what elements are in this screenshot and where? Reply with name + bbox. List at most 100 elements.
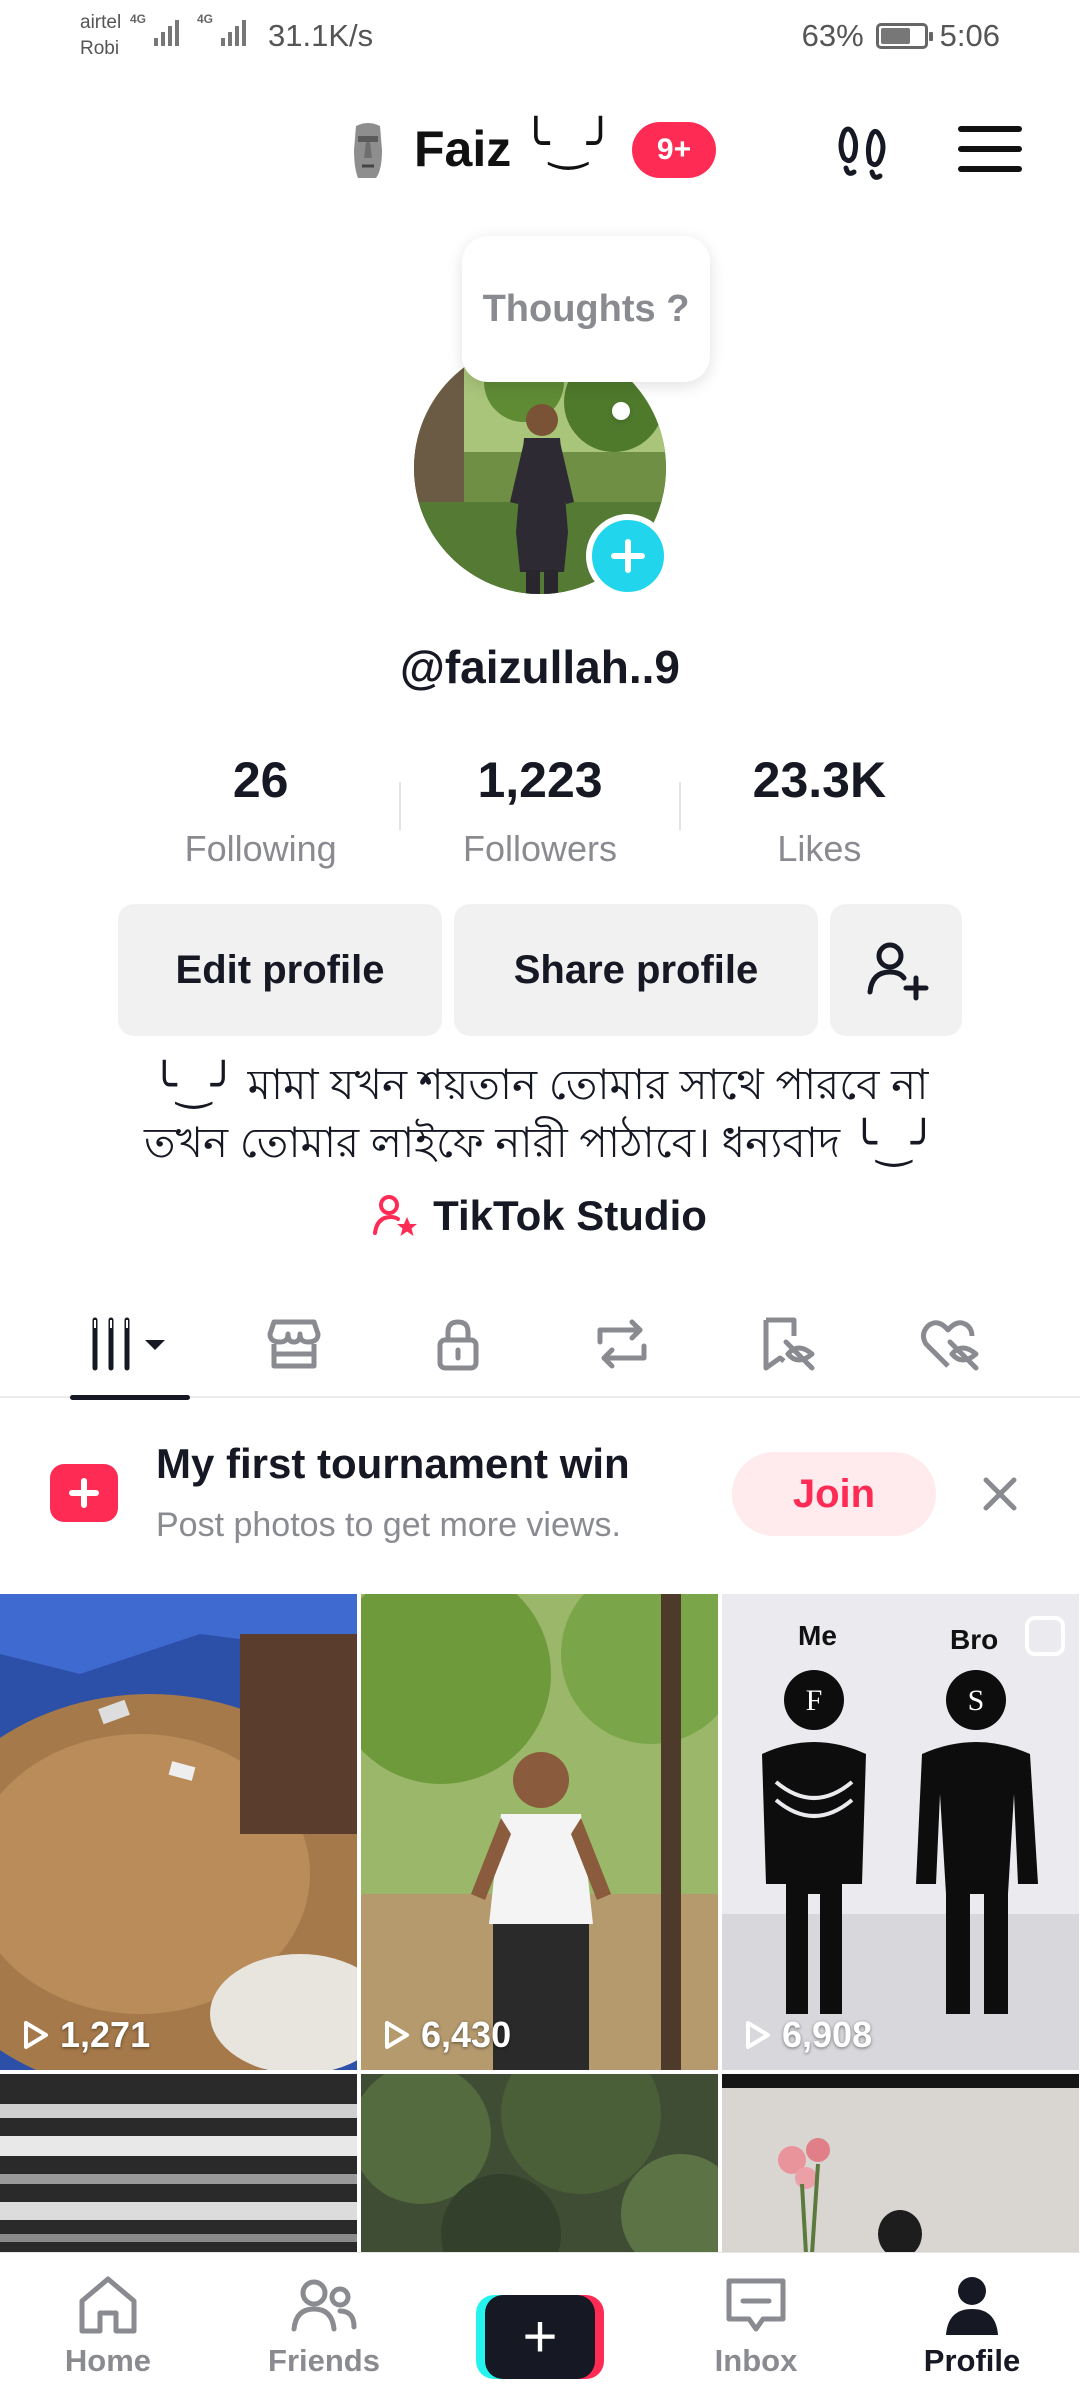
add-story-button[interactable] (586, 514, 670, 598)
nav-friends-label: Friends (268, 2343, 380, 2378)
video-tile[interactable] (0, 2074, 357, 2254)
battery-percent: 63% (801, 18, 864, 53)
followers-count: 1,223 (477, 752, 603, 808)
carrier-names: airtel Robi (80, 10, 121, 62)
video-thumbnail (361, 1594, 718, 2070)
net-type-2: 4G (197, 12, 214, 26)
video-thumbnail (0, 2074, 357, 2254)
profile-tabs (0, 1290, 1080, 1400)
menu-icon[interactable] (958, 126, 1022, 176)
tiktok-studio-link[interactable]: TikTok Studio (0, 1192, 1080, 1240)
nav-home[interactable]: Home (0, 2253, 216, 2400)
profile-header: Faiz ╰‿╯ 9+ (0, 100, 1080, 200)
friends-icon (291, 2279, 357, 2332)
profile-icon (946, 2277, 998, 2335)
video-tile[interactable] (361, 2074, 718, 2254)
store-icon (267, 1319, 321, 1369)
profile-stats: 26 Following 1,223 Followers 23.3K Likes (122, 748, 958, 870)
net-speed: 31.1K/s (268, 18, 374, 53)
studio-person-star-icon (373, 1195, 418, 1236)
video-tile[interactable]: 6,430 (361, 1594, 718, 2070)
nav-home-label: Home (64, 2343, 152, 2378)
view-count: 6,430 (379, 2014, 511, 2056)
nav-inbox-label: Inbox (714, 2343, 798, 2378)
carrier-2: Robi (80, 38, 120, 59)
thought-bubble-tail (612, 402, 630, 420)
camera-plus-icon (50, 1464, 118, 1522)
promo-banner[interactable]: My first tournament win Post photos to g… (0, 1400, 1080, 1592)
tab-store[interactable] (212, 1290, 376, 1398)
status-right: 63% 5:06 (802, 18, 1000, 54)
liked-hidden-icon (920, 1320, 979, 1371)
signal-icon: 4G (197, 12, 246, 46)
play-icon (746, 2021, 770, 2049)
following-count: 26 (232, 752, 289, 808)
video-tile[interactable] (722, 2074, 1079, 2254)
battery-icon (875, 23, 933, 49)
tab-liked[interactable] (868, 1290, 1032, 1398)
inbox-icon (726, 2278, 786, 2332)
promo-title: My first tournament win (156, 1440, 630, 1487)
meme-letter-right: S (968, 1684, 985, 1717)
meme-letter-left: F (806, 1684, 823, 1717)
bio-line: ╰‿╯ মামা যখন শয়তান তোমার সাথে পারবে না (151, 1061, 929, 1108)
stat-following[interactable]: 26 Following (122, 748, 399, 870)
edit-profile-button[interactable]: Edit profile (118, 904, 442, 1036)
tab-videos[interactable] (48, 1290, 212, 1400)
add-person-icon (867, 942, 929, 1001)
clock: 5:06 (939, 18, 1000, 53)
likes-label: Likes (777, 828, 862, 869)
videos-grid-icon (92, 1317, 165, 1371)
thought-bubble-text: Thoughts ? (482, 288, 690, 330)
profile-views-footprint-icon[interactable] (832, 120, 896, 184)
tab-private[interactable] (376, 1290, 540, 1398)
create-button[interactable]: + (476, 2295, 604, 2379)
view-count-value: 6,908 (782, 2014, 873, 2055)
play-icon (385, 2021, 409, 2049)
profile-display-name[interactable]: Faiz (414, 120, 511, 178)
profile-handle: @faizullah..9 (399, 641, 681, 693)
select-checkbox[interactable] (1025, 1616, 1065, 1656)
tab-favorites[interactable] (704, 1290, 868, 1398)
thought-bubble[interactable]: Thoughts ? (462, 236, 710, 382)
video-thumbnail (0, 1594, 357, 2070)
video-tile[interactable]: 1,271 (0, 1594, 357, 2070)
tab-reposts[interactable] (540, 1290, 704, 1398)
view-count: 1,271 (18, 2014, 150, 2056)
stat-likes[interactable]: 23.3K Likes (681, 748, 958, 870)
plus-icon (611, 539, 645, 573)
followers-label: Followers (462, 828, 618, 869)
video-thumbnail (361, 2074, 718, 2254)
close-icon[interactable] (976, 1470, 1024, 1518)
video-thumbnail (722, 2074, 1079, 2254)
carrier-1: airtel (80, 12, 122, 33)
bottom-nav: Home Friends + Inbox Profile (0, 2252, 1080, 2400)
video-tile[interactable]: F S Me Bro 6,908 (722, 1594, 1079, 2070)
video-thumbnail: F S (722, 1594, 1079, 2070)
notification-badge[interactable]: 9+ (632, 122, 716, 178)
nav-profile[interactable]: Profile (864, 2253, 1080, 2400)
lock-icon (437, 1319, 479, 1371)
nav-inbox[interactable]: Inbox (648, 2253, 864, 2400)
net-type-1: 4G (130, 12, 147, 26)
play-icon (24, 2021, 48, 2049)
likes-count: 23.3K (752, 752, 887, 808)
name-decoration: ╰‿╯ (522, 117, 615, 169)
bio-line: তখন তোমার লাইফে নারী পাঠাবে। ধন্যবাদ ╰‿╯ (143, 1119, 937, 1166)
video-grid: 1,271 6,430 F S Me Bro 6,908 (0, 1594, 1080, 2254)
home-icon (79, 2276, 137, 2334)
share-profile-button[interactable]: Share profile (454, 904, 818, 1036)
favorites-hidden-icon (763, 1317, 815, 1371)
join-button[interactable]: Join (732, 1452, 936, 1536)
view-count-value: 6,430 (421, 2014, 512, 2055)
meme-label-right: Bro (950, 1624, 999, 1655)
nav-friends[interactable]: Friends (216, 2253, 432, 2400)
moai-emoji-icon (354, 123, 382, 178)
promo-subtitle: Post photos to get more views. (156, 1506, 621, 1544)
add-friend-button[interactable] (830, 904, 962, 1036)
following-label: Following (184, 828, 337, 869)
view-count-value: 1,271 (60, 2014, 151, 2055)
nav-create[interactable]: + (432, 2253, 648, 2400)
stat-followers[interactable]: 1,223 Followers (401, 748, 678, 870)
repost-icon (597, 1319, 647, 1369)
